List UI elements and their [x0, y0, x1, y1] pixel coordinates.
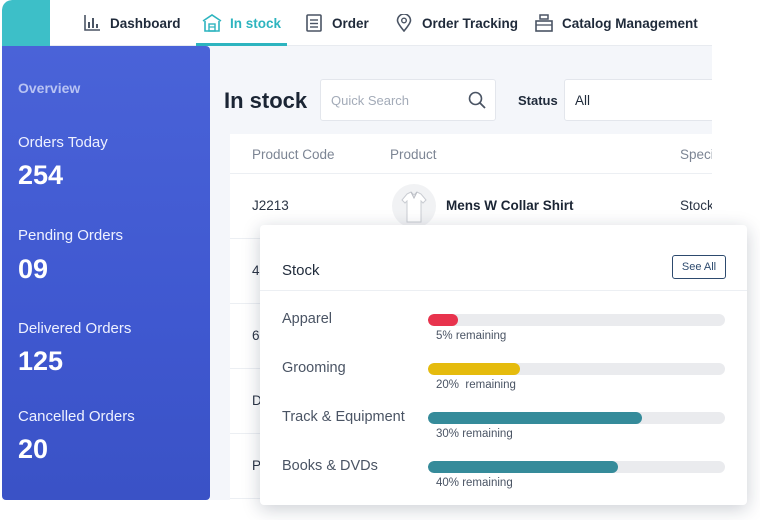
column-header-product-code[interactable]: Product Code [252, 147, 335, 162]
product-code: 4 [252, 263, 260, 278]
stock-remaining-text: 40% remaining [436, 477, 513, 489]
stock-progress-fill [428, 412, 642, 424]
stock-category-label: Track & Equipment [282, 409, 405, 425]
stock-category-label: Apparel [282, 311, 332, 327]
stat-label-pending-orders: Pending Orders [18, 227, 124, 244]
stock-progress-fill [428, 314, 458, 326]
product-name: Mens W Collar Shirt [446, 198, 574, 213]
nav-label: Order Tracking [422, 15, 519, 31]
nav-item-dashboard[interactable]: Dashboard [82, 0, 181, 46]
status-selected-value: All [575, 93, 591, 108]
stock-card-header: Stock See All [260, 225, 747, 291]
bar-chart-icon [82, 13, 102, 33]
warehouse-icon [202, 13, 222, 33]
stock-progress-track [428, 314, 725, 326]
nav-item-order-tracking[interactable]: Order Tracking [394, 0, 518, 46]
stat-label-delivered-orders: Delivered Orders [18, 320, 132, 337]
stat-value-cancelled-orders: 20 [18, 434, 49, 464]
nav-label: Dashboard [110, 15, 181, 31]
page-title: In stock [224, 88, 308, 113]
column-header-product[interactable]: Product [390, 147, 437, 162]
top-navigation-bar: Dashboard In stock Order Order Tracking [2, 0, 712, 46]
stock-progress-fill [428, 363, 521, 375]
document-icon [304, 13, 324, 33]
nav-label: Catalog Management [562, 15, 698, 31]
product-spec: Stock [680, 198, 712, 213]
stock-card-title: Stock [282, 262, 320, 279]
stat-label-orders-today: Orders Today [18, 134, 108, 151]
quick-search [320, 79, 496, 121]
stock-remaining-text: 5% remaining [436, 330, 507, 342]
nav-label: In stock [230, 15, 282, 31]
status-label: Status [518, 93, 558, 108]
nav-label: Order [332, 15, 369, 31]
overview-heading: Overview [18, 80, 81, 96]
overview-sidebar: Overview Orders Today 254 Pending Orders… [2, 46, 210, 500]
product-code: J2213 [252, 198, 289, 213]
search-icon[interactable] [467, 90, 487, 110]
location-pin-icon [394, 13, 414, 33]
column-header-speci[interactable]: Speci [680, 147, 712, 162]
nav-item-in-stock[interactable]: In stock [195, 0, 288, 46]
stat-value-delivered-orders: 125 [18, 346, 64, 376]
stock-category-label: Grooming [282, 360, 346, 376]
stock-progress-track [428, 461, 725, 473]
stat-value-orders-today: 254 [18, 160, 64, 190]
see-all-button[interactable]: See All [672, 255, 726, 279]
stage: Dashboard In stock Order Order Tracking [0, 0, 760, 520]
stock-category-label: Books & DVDs [282, 458, 378, 474]
status-select[interactable]: All [564, 79, 712, 121]
table-header: Product Code Product Speci [230, 134, 712, 174]
nav-item-catalog-management[interactable]: Catalog Management [534, 0, 698, 46]
brand-block [2, 0, 50, 46]
stock-progress-track [428, 363, 725, 375]
stock-progress-track [428, 412, 725, 424]
stock-card: Stock See All Apparel 5% remaining Groom… [260, 225, 747, 505]
stat-label-cancelled-orders: Cancelled Orders [18, 408, 135, 425]
catalog-box-icon [534, 13, 554, 33]
stock-progress-fill [428, 461, 619, 473]
product-code: 6 [252, 328, 260, 343]
nav-item-order[interactable]: Order [304, 0, 369, 46]
shirt-thumbnail [392, 184, 436, 228]
stat-value-pending-orders: 09 [18, 254, 49, 284]
stock-remaining-text: 30% remaining [436, 428, 513, 440]
stock-remaining-text: 20% remaining [436, 379, 516, 391]
search-input[interactable] [331, 90, 461, 110]
